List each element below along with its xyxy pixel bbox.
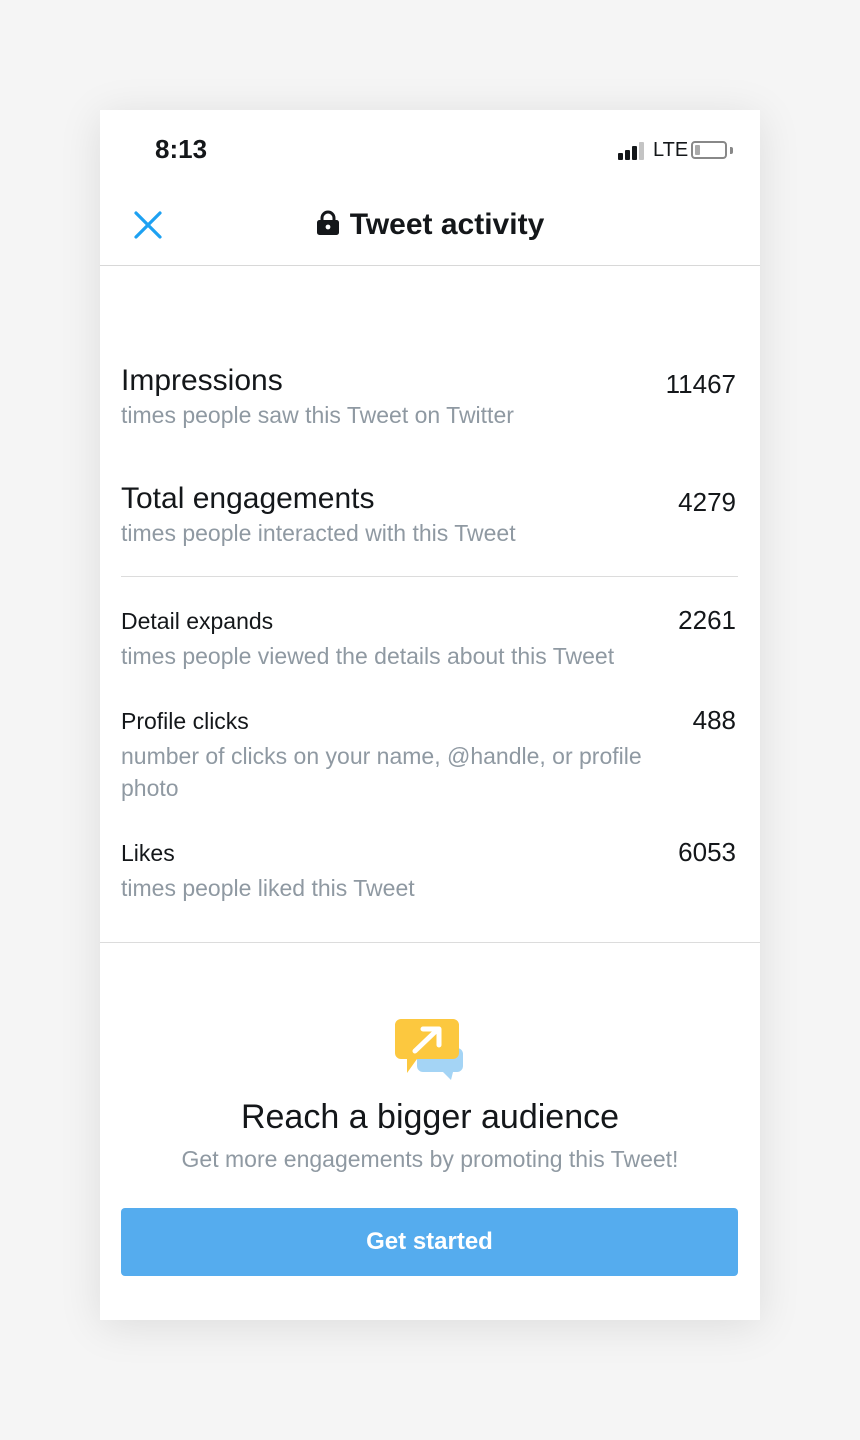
metric-description: times people liked this Tweet [121, 875, 415, 901]
lock-icon [316, 210, 339, 235]
page-title-text: Tweet activity [349, 208, 545, 241]
metric-label: Total engagements [121, 482, 375, 515]
metric-total-engagements: Total engagements 4279 times people inte… [121, 482, 738, 549]
promo-subtitle: Get more engagements by promoting this T… [181, 1146, 679, 1172]
metric-description: times people viewed the details about th… [121, 643, 615, 669]
nav-bar: Tweet activity [100, 190, 760, 266]
metric-detail-expands: Detail expands 2261 times people viewed … [121, 605, 738, 672]
metric-value: 11467 [665, 369, 736, 399]
metric-description: times people saw this Tweet on Twitter [121, 402, 514, 428]
battery-tip [730, 147, 733, 154]
section-divider [121, 576, 738, 577]
network-label: LTE [653, 139, 689, 161]
metric-likes: Likes 6053 times people liked this Tweet [121, 837, 738, 904]
metric-label: Profile clicks [121, 708, 249, 734]
metric-label: Detail expands [121, 608, 274, 634]
metric-value: 6053 [678, 837, 736, 867]
status-bar: 8:13 LTE [100, 110, 760, 190]
metric-value: 488 [692, 705, 736, 735]
status-time: 8:13 [155, 134, 208, 164]
phone-screen: 8:13 LTE Tweet activity Impressions 1146… [100, 110, 760, 1320]
metric-impressions: Impressions 11467 times people saw this … [121, 364, 738, 431]
metric-description: number of clicks on your name, @handle, … [121, 743, 642, 801]
promo-divider [100, 942, 760, 943]
battery-icon [691, 141, 727, 159]
metric-description: times people interacted with this Tweet [121, 520, 516, 546]
metric-label: Impressions [121, 364, 283, 397]
metric-label: Likes [121, 840, 175, 866]
promo-title: Reach a bigger audience [240, 1098, 620, 1136]
get-started-button[interactable]: Get started [121, 1208, 738, 1276]
promote-chat-icon [395, 1019, 463, 1080]
metric-value: 2261 [678, 605, 736, 635]
signal-icon [618, 142, 644, 160]
metric-profile-clicks: Profile clicks 488 number of clicks on y… [121, 705, 738, 804]
page-title: Tweet activity [100, 208, 760, 242]
metric-value: 4279 [678, 487, 736, 517]
